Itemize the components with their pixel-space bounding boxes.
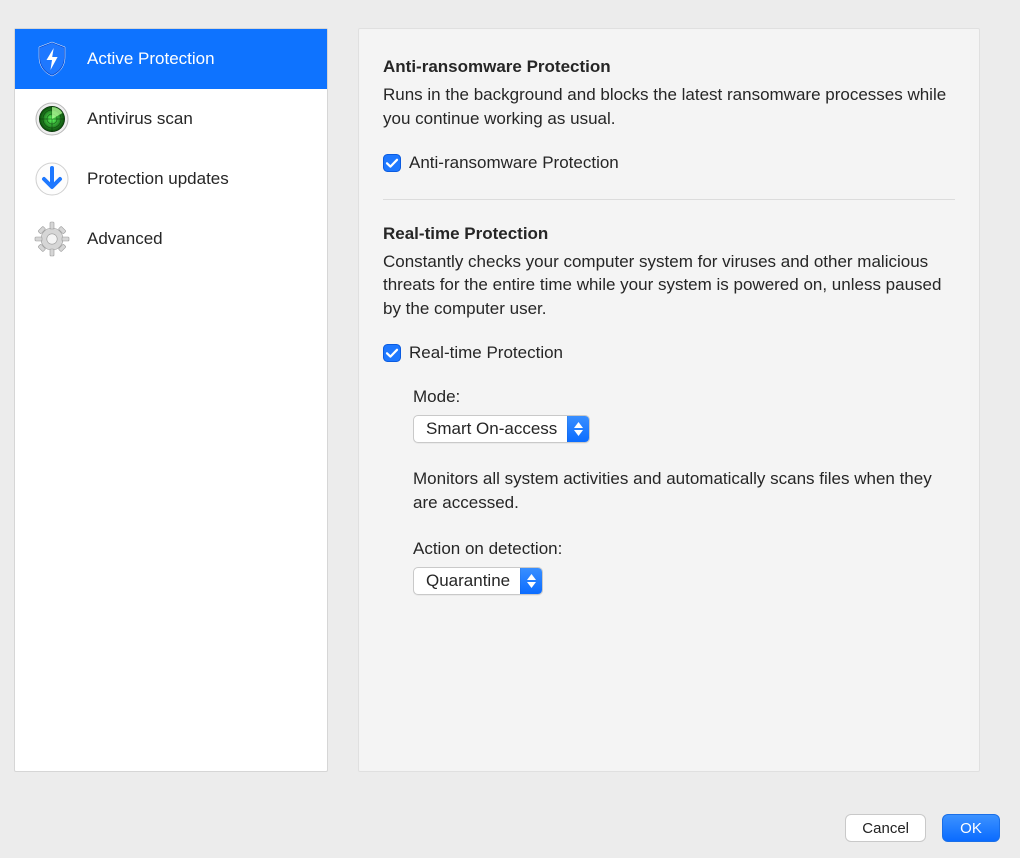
anti-ransomware-checkbox[interactable]	[383, 154, 401, 172]
sidebar: Active Protection	[14, 28, 328, 772]
anti-ransomware-checkbox-row[interactable]: Anti-ransomware Protection	[383, 153, 955, 173]
anti-ransomware-description: Runs in the background and blocks the la…	[383, 83, 955, 131]
realtime-description: Constantly checks your computer system f…	[383, 250, 955, 321]
up-down-chevrons-icon	[567, 415, 589, 443]
mode-select-value: Smart On-access	[414, 419, 567, 439]
sidebar-item-label: Advanced	[87, 229, 163, 249]
main-panel: Anti-ransomware Protection Runs in the b…	[358, 28, 980, 772]
sidebar-item-advanced[interactable]: Advanced	[15, 209, 327, 269]
shield-bolt-icon	[33, 40, 71, 78]
anti-ransomware-title: Anti-ransomware Protection	[383, 57, 955, 77]
preferences-window: Active Protection	[0, 0, 1020, 858]
mode-note: Monitors all system activities and autom…	[413, 467, 955, 515]
section-divider	[383, 199, 955, 200]
mode-label: Mode:	[413, 387, 955, 407]
action-select-value: Quarantine	[414, 571, 520, 591]
realtime-title: Real-time Protection	[383, 224, 955, 244]
sidebar-item-protection-updates[interactable]: Protection updates	[15, 149, 327, 209]
sidebar-item-label: Active Protection	[87, 49, 215, 69]
download-arrow-icon	[33, 160, 71, 198]
ok-button[interactable]: OK	[942, 814, 1000, 842]
anti-ransomware-checkbox-label: Anti-ransomware Protection	[409, 153, 619, 173]
realtime-checkbox[interactable]	[383, 344, 401, 362]
sidebar-item-antivirus-scan[interactable]: Antivirus scan	[15, 89, 327, 149]
action-label: Action on detection:	[413, 539, 955, 559]
dialog-footer: Cancel OK	[845, 814, 1000, 842]
mode-select[interactable]: Smart On-access	[413, 415, 590, 443]
cancel-button[interactable]: Cancel	[845, 814, 926, 842]
sidebar-item-label: Protection updates	[87, 169, 229, 189]
sidebar-item-active-protection[interactable]: Active Protection	[15, 29, 327, 89]
realtime-checkbox-label: Real-time Protection	[409, 343, 563, 363]
sidebar-item-label: Antivirus scan	[87, 109, 193, 129]
up-down-chevrons-icon	[520, 567, 542, 595]
realtime-checkbox-row[interactable]: Real-time Protection	[383, 343, 955, 363]
action-select[interactable]: Quarantine	[413, 567, 543, 595]
radar-icon	[33, 100, 71, 138]
gear-icon	[33, 220, 71, 258]
